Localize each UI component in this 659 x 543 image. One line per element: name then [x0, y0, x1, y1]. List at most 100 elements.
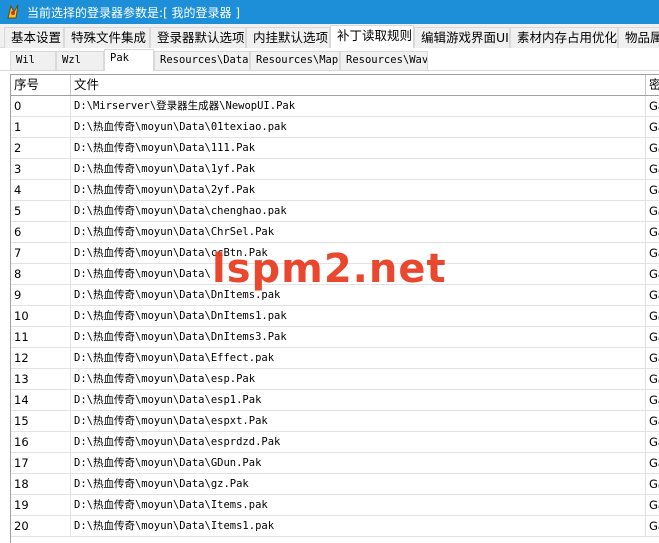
cell-index: 9 [11, 285, 71, 305]
cell-index: 3 [11, 159, 71, 179]
table-row[interactable]: 2D:\热血传奇\moyun\Data\111.PakGa [11, 138, 659, 159]
cell-index: 0 [11, 96, 71, 116]
cell-password: Ga [649, 330, 659, 344]
tab-memory-optimization[interactable]: 素材内存占用优化 [510, 27, 618, 48]
table-row[interactable]: 14D:\热血传奇\moyun\Data\esp1.PakGa [11, 390, 659, 411]
tab-special-files[interactable]: 特殊文件集成 [64, 27, 150, 48]
subtab-pak[interactable]: Pak [104, 49, 154, 71]
cell-index: 11 [11, 327, 71, 347]
cell-password: Ga [649, 393, 659, 407]
cell-index: 6 [11, 222, 71, 242]
table-row[interactable]: 17D:\热血传奇\moyun\Data\GDun.PakGa [11, 453, 659, 474]
title-bar: 当前选择的登录器参数是:[ 我的登录器 ] [0, 0, 659, 24]
cell-file-path: D:\热血传奇\moyun\Data\espxt.Pak [71, 411, 646, 431]
app-icon [4, 3, 22, 21]
tab-launcher-defaults[interactable]: 登录器默认选项 [150, 27, 246, 48]
cell-file-path: D:\热血传奇\moyun\Data\esp1.Pak [71, 390, 646, 410]
column-header-password[interactable]: 密 [646, 75, 659, 95]
table-row[interactable]: 6D:\热血传奇\moyun\Data\ChrSel.PakGa [11, 222, 659, 243]
cell-index: 20 [11, 516, 71, 536]
cell-password: Ga [649, 414, 659, 428]
cell-file-path: D:\热血传奇\moyun\Data\DnItems1.pak [71, 306, 646, 326]
cell-index: 7 [11, 243, 71, 263]
cell-password: Ga [649, 141, 659, 155]
subtab-resources-wav[interactable]: Resources\Wav [340, 51, 428, 70]
cell-index: 18 [11, 474, 71, 494]
table-row[interactable]: 16D:\热血传奇\moyun\Data\esprdzd.PakGa [11, 432, 659, 453]
cell-password: Ga [649, 120, 659, 134]
cell-password: Ga [649, 288, 659, 302]
cell-file-path: D:\热血传奇\moyun\Data\esprdzd.Pak [71, 432, 646, 452]
cell-password: Ga [649, 267, 659, 281]
table-row[interactable]: 10D:\热血传奇\moyun\Data\DnItems1.pakGa [11, 306, 659, 327]
cell-file-path: D:\Mirserver\登录器生成器\NewopUI.Pak [71, 96, 646, 116]
cell-index: 16 [11, 432, 71, 452]
table-row[interactable]: 0D:\Mirserver\登录器生成器\NewopUI.PakGa [11, 96, 659, 117]
sub-tab-bar: Wil Wzl Pak Resources\Data Resources\Map… [0, 48, 659, 71]
column-header-file[interactable]: 文件 [71, 75, 646, 95]
cell-file-path: D:\热血传奇\moyun\Data\111.Pak [71, 138, 646, 158]
cell-password: Ga [649, 372, 659, 386]
cell-file-path: D:\热血传奇\moyun\Data\Items1.pak [71, 516, 646, 536]
cell-password: Ga [649, 456, 659, 470]
table-row[interactable]: 4D:\热血传奇\moyun\Data\2yf.PakGa [11, 180, 659, 201]
cell-index: 17 [11, 453, 71, 473]
table-row[interactable]: 3D:\热血传奇\moyun\Data\1yf.PakGa [11, 159, 659, 180]
tab-patch-rules[interactable]: 补丁读取规则 [330, 25, 414, 49]
cell-file-path: D:\热血传奇\moyun\Data\ChrSel.Pak [71, 222, 646, 242]
cell-password: Ga [649, 246, 659, 260]
table-row[interactable]: 13D:\热血传奇\moyun\Data\esp.PakGa [11, 369, 659, 390]
grid-header: 序号 文件 密 [11, 75, 659, 96]
window-title: 当前选择的登录器参数是:[ 我的登录器 ] [27, 5, 241, 20]
table-row[interactable]: 12D:\热血传奇\moyun\Data\Effect.pakGa [11, 348, 659, 369]
cell-file-path: D:\热血传奇\moyun\Data\esp.Pak [71, 369, 646, 389]
cell-index: 4 [11, 180, 71, 200]
cell-index: 13 [11, 369, 71, 389]
cell-password: Ga [649, 435, 659, 449]
cell-index: 10 [11, 306, 71, 326]
cell-file-path: D:\热血传奇\moyun\Data\gz.Pak [71, 474, 646, 494]
cell-index: 2 [11, 138, 71, 158]
cell-file-path: D:\热血传奇\moyun\Data\1yf.Pak [71, 159, 646, 179]
subtab-resources-map[interactable]: Resources\Map [250, 51, 340, 70]
table-row[interactable]: 15D:\热血传奇\moyun\Data\espxt.PakGa [11, 411, 659, 432]
cell-password: Ga [649, 183, 659, 197]
tab-basic-settings[interactable]: 基本设置 [4, 27, 64, 48]
cell-file-path: D:\热血传奇\moyun\Data\GDun.Pak [71, 453, 646, 473]
cell-file-path: D:\热血传奇\moyun\Data\2yf.Pak [71, 180, 646, 200]
cell-password: Ga [649, 225, 659, 239]
cell-file-path: D:\热血传奇\moyun\Data\Effect.pak [71, 348, 646, 368]
tab-edit-game-ui[interactable]: 编辑游戏界面UI [414, 27, 510, 48]
cell-file-path: D:\热血传奇\moyun\Data\DnItems3.Pak [71, 327, 646, 347]
tab-item-attributes[interactable]: 物品属 [618, 27, 659, 48]
column-header-index[interactable]: 序号 [11, 75, 71, 95]
tab-plugin-defaults[interactable]: 内挂默认选项 [246, 27, 330, 48]
table-row[interactable]: 18D:\热血传奇\moyun\Data\gz.PakGa [11, 474, 659, 495]
cell-file-path: D:\热血传奇\moyun\Data\Items.pak [71, 495, 646, 515]
cell-password: Ga [649, 204, 659, 218]
subtab-wil[interactable]: Wil [10, 51, 56, 70]
table-row[interactable]: 20D:\热血传奇\moyun\Data\Items1.pakGa [11, 516, 659, 537]
watermark-text: lspm2.net [212, 246, 447, 292]
cell-index: 19 [11, 495, 71, 515]
cell-index: 5 [11, 201, 71, 221]
table-row[interactable]: 19D:\热血传奇\moyun\Data\Items.pakGa [11, 495, 659, 516]
cell-index: 12 [11, 348, 71, 368]
subtab-wzl[interactable]: Wzl [56, 51, 104, 70]
cell-index: 8 [11, 264, 71, 284]
table-row[interactable]: 1D:\热血传奇\moyun\Data\01texiao.pakGa [11, 117, 659, 138]
cell-password: Ga [649, 519, 659, 533]
cell-password: Ga [649, 477, 659, 491]
cell-password: Ga [649, 351, 659, 365]
table-row[interactable]: 11D:\热血传奇\moyun\Data\DnItems3.PakGa [11, 327, 659, 348]
cell-index: 14 [11, 390, 71, 410]
table-row[interactable]: 5D:\热血传奇\moyun\Data\chenghao.pakGa [11, 201, 659, 222]
cell-file-path: D:\热血传奇\moyun\Data\chenghao.pak [71, 201, 646, 221]
cell-password: Ga [649, 498, 659, 512]
cell-password: Ga [649, 162, 659, 176]
patch-file-grid[interactable]: 序号 文件 密 0D:\Mirserver\登录器生成器\NewopUI.Pak… [10, 74, 659, 543]
cell-index: 1 [11, 117, 71, 137]
cell-file-path: D:\热血传奇\moyun\Data\01texiao.pak [71, 117, 646, 137]
cell-password: Ga [649, 99, 659, 113]
subtab-resources-data[interactable]: Resources\Data [154, 51, 250, 70]
